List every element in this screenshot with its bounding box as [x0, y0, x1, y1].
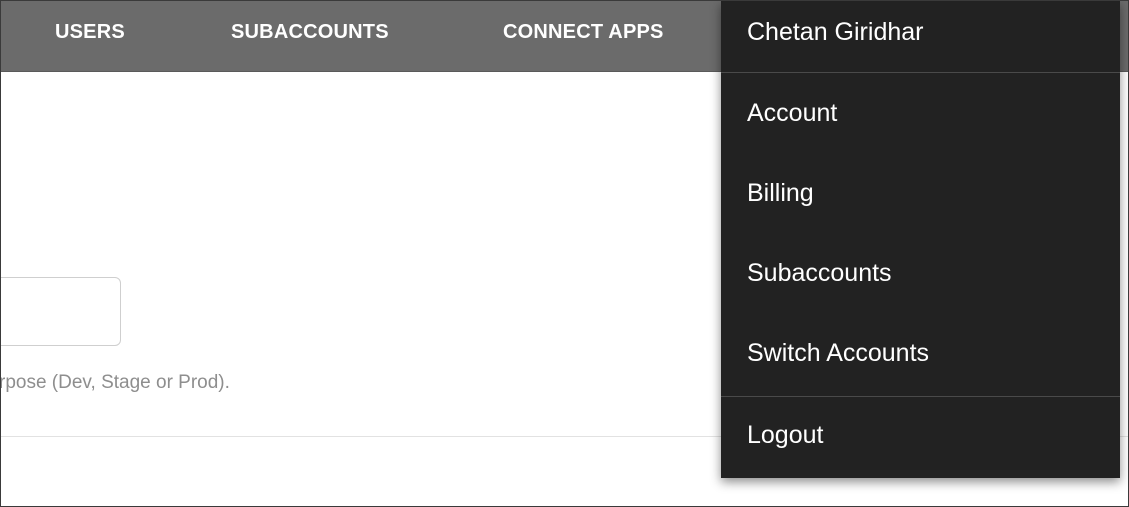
menu-item-switch-accounts[interactable]: Switch Accounts — [747, 339, 929, 368]
purpose-input[interactable] — [1, 277, 121, 346]
menu-item-account[interactable]: Account — [747, 99, 837, 128]
input-help-text: rpose (Dev, Stage or Prod). — [0, 372, 230, 393]
menu-divider — [721, 72, 1120, 73]
menu-item-billing[interactable]: Billing — [747, 179, 814, 208]
menu-item-logout[interactable]: Logout — [747, 421, 823, 450]
menu-divider — [721, 396, 1120, 397]
nav-subaccounts[interactable]: SUBACCOUNTS — [231, 21, 389, 44]
nav-connect-apps[interactable]: CONNECT APPS — [503, 21, 664, 44]
nav-users[interactable]: USERS — [55, 21, 125, 44]
user-dropdown-menu: Chetan Giridhar Account Billing Subaccou… — [721, 1, 1120, 478]
menu-item-subaccounts[interactable]: Subaccounts — [747, 259, 892, 288]
app-window: USERS SUBACCOUNTS CONNECT APPS rpose (De… — [0, 0, 1129, 507]
user-name: Chetan Giridhar — [747, 18, 924, 46]
